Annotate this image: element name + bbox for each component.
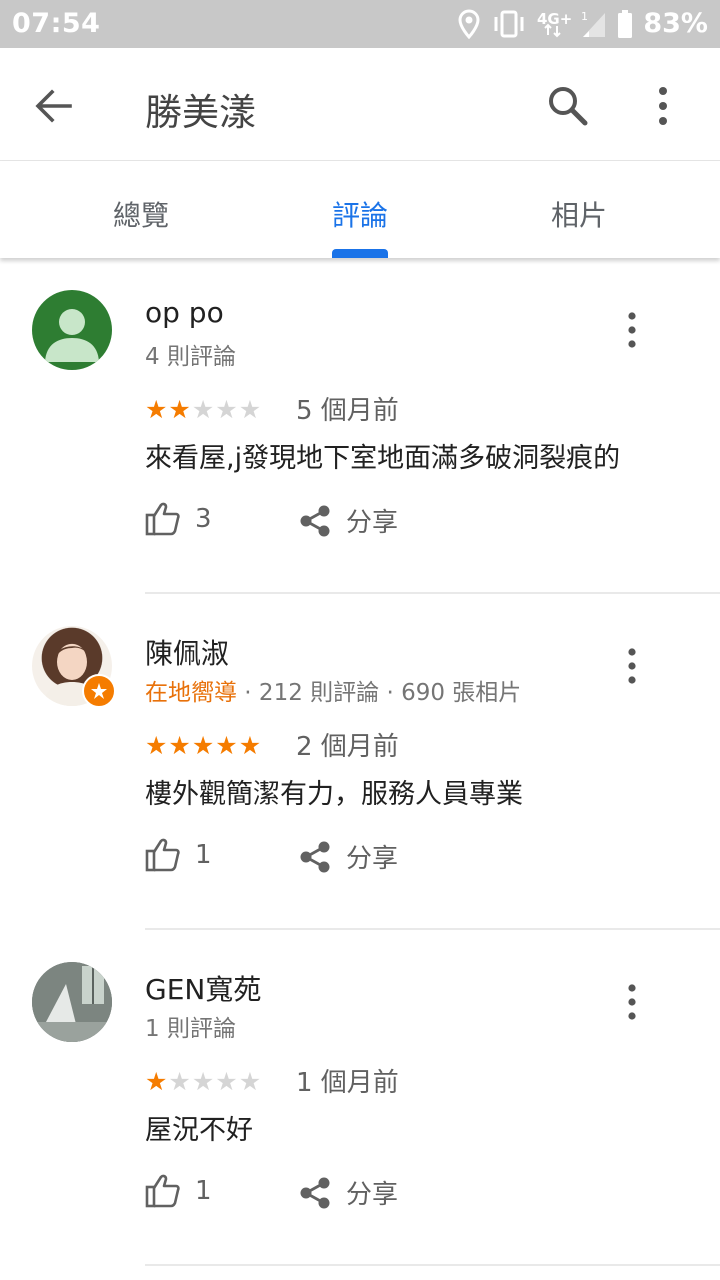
reviewer-meta: 在地嚮導 · 212 則評論 · 690 張相片 (145, 680, 522, 706)
star-filled-icon: ★ (191, 731, 215, 760)
svg-text:4G+: 4G+ (537, 10, 571, 28)
star-empty-icon: ★ (215, 1067, 238, 1096)
status-bar: 07:54 4G+ 1 83% (0, 0, 720, 48)
back-arrow-icon[interactable] (32, 84, 76, 128)
star-rating: ★ ★ ★ ★ ★ (145, 395, 261, 425)
share-button[interactable]: 分享 (298, 1174, 398, 1211)
share-icon (300, 505, 330, 536)
star-empty-icon: ★ (168, 1067, 191, 1096)
review-more-options-icon[interactable] (620, 982, 644, 1022)
room-photo (32, 962, 112, 1042)
review-more-options-icon[interactable] (620, 646, 644, 686)
share-icon (300, 841, 330, 872)
share-button[interactable]: 分享 (298, 502, 398, 539)
local-guide-label: 在地嚮導 (145, 680, 237, 706)
avatar[interactable] (32, 962, 112, 1042)
review-item: GEN寬苑 1 則評論 ★ ★ ★ ★ ★ 1 個月前 屋況不好 1 分享 (0, 930, 720, 1266)
active-tab-indicator (332, 249, 388, 258)
tab-photos[interactable]: 相片 (551, 194, 607, 234)
status-time: 07:54 (12, 8, 101, 39)
share-label: 分享 (346, 844, 399, 874)
location-icon (458, 8, 480, 39)
star-empty-icon: ★ (191, 395, 215, 424)
star-rating: ★ ★ ★ ★ ★ (145, 731, 261, 761)
like-button[interactable]: 1 (145, 1174, 212, 1208)
status-icons: 4G+ 1 83% (457, 8, 708, 39)
tab-reviews[interactable]: 評論 (332, 194, 388, 234)
avatar[interactable] (32, 290, 112, 370)
reviewer-meta: 4 則評論 (145, 344, 236, 370)
tab-bar: 總覽 評論 相片 (0, 161, 720, 258)
review-date: 5 個月前 (296, 396, 399, 426)
star-filled-icon: ★ (145, 1067, 168, 1096)
more-options-icon[interactable] (648, 83, 678, 129)
thumbs-up-icon (145, 502, 180, 536)
star-filled-icon: ★ (215, 731, 238, 760)
star-empty-icon: ★ (191, 1067, 215, 1096)
review-more-options-icon[interactable] (620, 310, 644, 350)
like-button[interactable]: 1 (145, 838, 212, 872)
tab-overview[interactable]: 總覽 (113, 194, 169, 234)
local-guide-badge-icon (82, 674, 116, 708)
review-item: op po 4 則評論 ★ ★ ★ ★ ★ 5 個月前 來看屋,j發現地下室地面滿多破洞… (0, 258, 720, 594)
network-4g-icon: 4G+ (537, 10, 571, 37)
share-label: 分享 (346, 508, 399, 538)
review-text: 來看屋,j發現地下室地面滿多破洞裂痕的 (145, 443, 621, 474)
star-filled-icon: ★ (145, 395, 168, 424)
svg-text:1: 1 (581, 10, 588, 23)
star-filled-icon: ★ (145, 731, 168, 760)
like-count: 1 (195, 840, 212, 870)
review-item: 陳佩淑 在地嚮導 · 212 則評論 · 690 張相片 ★ ★ ★ ★ ★ 2 個月前… (0, 594, 720, 930)
share-icon (300, 1177, 330, 1208)
star-filled-icon: ★ (168, 395, 191, 424)
review-date: 2 個月前 (296, 732, 399, 762)
thumbs-up-icon (145, 1174, 180, 1208)
signal-icon: 1 (581, 10, 606, 37)
share-label: 分享 (346, 1180, 399, 1210)
vibrate-icon (494, 10, 524, 37)
like-count: 1 (195, 1176, 212, 1206)
share-button[interactable]: 分享 (298, 838, 398, 875)
app-bar: 勝美漾 (0, 48, 720, 161)
like-count: 3 (195, 504, 212, 534)
reviewer-name[interactable]: GEN寬苑 (145, 968, 261, 1008)
page-title: 勝美漾 (145, 91, 256, 134)
like-button[interactable]: 3 (145, 502, 212, 536)
review-text: 樓外觀簡潔有力，服務人員專業 (145, 779, 523, 810)
star-filled-icon: ★ (168, 731, 191, 760)
star-rating: ★ ★ ★ ★ ★ (145, 1067, 261, 1097)
thumbs-up-icon (145, 838, 180, 872)
battery-icon (618, 9, 633, 38)
review-text: 屋況不好 (145, 1115, 253, 1146)
person-icon (45, 309, 99, 362)
reviewer-name[interactable]: op po (145, 296, 224, 329)
reviewer-name[interactable]: 陳佩淑 (145, 632, 229, 672)
divider (145, 1264, 720, 1266)
star-filled-icon: ★ (238, 731, 262, 760)
battery-percentage: 83% (643, 8, 708, 39)
search-icon[interactable] (545, 83, 591, 129)
star-empty-icon: ★ (215, 395, 238, 424)
star-empty-icon: ★ (238, 1067, 262, 1096)
reviewer-meta: 1 則評論 (145, 1016, 236, 1042)
review-date: 1 個月前 (296, 1068, 399, 1098)
star-empty-icon: ★ (238, 395, 262, 424)
